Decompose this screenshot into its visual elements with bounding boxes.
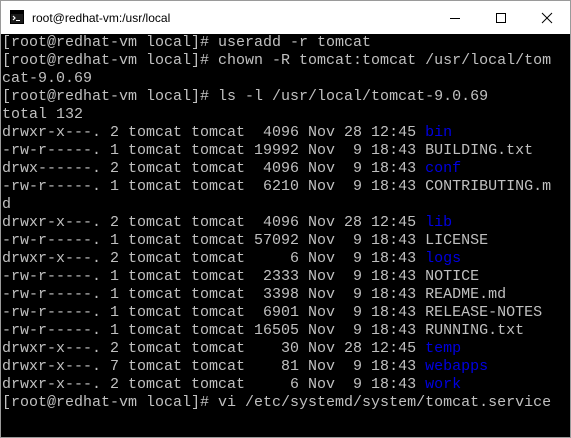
directory-name: bin bbox=[425, 124, 453, 141]
line-text: [root@redhat-vm local]# ls -l /usr/local… bbox=[2, 88, 489, 105]
terminal-line: drwxr-x---. 7 tomcat tomcat 81 Nov 9 18:… bbox=[2, 358, 570, 376]
directory-name: temp bbox=[425, 340, 462, 357]
console-icon bbox=[10, 10, 24, 24]
terminal-line: drwx------. 2 tomcat tomcat 4096 Nov 9 1… bbox=[2, 160, 570, 178]
line-text: drwx------. 2 tomcat tomcat 4096 Nov 9 1… bbox=[2, 160, 426, 177]
terminal-line: -rw-r-----. 1 tomcat tomcat 57092 Nov 9 … bbox=[2, 232, 570, 250]
terminal-line: -rw-r-----. 1 tomcat tomcat 19992 Nov 9 … bbox=[2, 142, 570, 160]
line-text: cat-9.0.69 bbox=[2, 70, 93, 87]
line-text: drwxr-x---. 2 tomcat tomcat 6 Nov 9 18:4… bbox=[2, 376, 426, 393]
terminal-line: -rw-r-----. 1 tomcat tomcat 6210 Nov 9 1… bbox=[2, 178, 570, 196]
maximize-button[interactable] bbox=[478, 1, 524, 34]
minimize-button[interactable] bbox=[432, 1, 478, 34]
line-text: -rw-r-----. 1 tomcat tomcat 19992 Nov 9 … bbox=[2, 142, 426, 159]
close-button[interactable] bbox=[524, 1, 570, 34]
file-name: README.md bbox=[425, 286, 507, 303]
directory-name: lib bbox=[425, 214, 453, 231]
terminal-line: -rw-r-----. 1 tomcat tomcat 3398 Nov 9 1… bbox=[2, 286, 570, 304]
close-icon bbox=[541, 12, 553, 24]
file-name: LICENSE bbox=[425, 232, 489, 249]
line-text: total 132 bbox=[2, 106, 84, 123]
terminal-line: -rw-r-----. 1 tomcat tomcat 6901 Nov 9 1… bbox=[2, 304, 570, 322]
line-text: -rw-r-----. 1 tomcat tomcat 6210 Nov 9 1… bbox=[2, 178, 426, 195]
line-text: [root@redhat-vm local]# vi /etc/systemd/… bbox=[2, 394, 552, 411]
terminal-window: root@redhat-vm:/usr/local [root@redhat-v… bbox=[0, 0, 571, 438]
terminal-line: drwxr-x---. 2 tomcat tomcat 4096 Nov 28 … bbox=[2, 214, 570, 232]
line-text: -rw-r-----. 1 tomcat tomcat 6901 Nov 9 1… bbox=[2, 304, 426, 321]
directory-name: conf bbox=[425, 160, 462, 177]
line-text: d bbox=[2, 196, 12, 213]
terminal-line: [root@redhat-vm local]# ls -l /usr/local… bbox=[2, 88, 570, 106]
terminal-line: drwxr-x---. 2 tomcat tomcat 6 Nov 9 18:4… bbox=[2, 250, 570, 268]
minimize-icon bbox=[450, 18, 460, 19]
file-name: CONTRIBUTING.m bbox=[425, 178, 552, 195]
terminal-line: drwxr-x---. 2 tomcat tomcat 30 Nov 28 12… bbox=[2, 340, 570, 358]
line-text: [root@redhat-vm local]# chown -R tomcat:… bbox=[2, 52, 552, 69]
line-text: drwxr-x---. 7 tomcat tomcat 81 Nov 9 18:… bbox=[2, 358, 426, 375]
file-name: BUILDING.txt bbox=[425, 142, 534, 159]
directory-name: logs bbox=[425, 250, 462, 267]
terminal-line: [root@redhat-vm local]# useradd -r tomca… bbox=[2, 34, 570, 52]
file-name: RUNNING.txt bbox=[425, 322, 525, 339]
terminal-line: -rw-r-----. 1 tomcat tomcat 16505 Nov 9 … bbox=[2, 322, 570, 340]
line-text: [root@redhat-vm local]# useradd -r tomca… bbox=[2, 34, 372, 51]
title-bar[interactable]: root@redhat-vm:/usr/local bbox=[1, 1, 570, 34]
terminal-line: d bbox=[2, 196, 570, 214]
line-text: drwxr-x---. 2 tomcat tomcat 30 Nov 28 12… bbox=[2, 340, 426, 357]
line-text: drwxr-x---. 2 tomcat tomcat 6 Nov 9 18:4… bbox=[2, 250, 426, 267]
terminal-output[interactable]: [root@redhat-vm local]# useradd -r tomca… bbox=[1, 34, 570, 437]
maximize-icon bbox=[496, 13, 506, 23]
line-text: -rw-r-----. 1 tomcat tomcat 16505 Nov 9 … bbox=[2, 322, 426, 339]
directory-name: webapps bbox=[425, 358, 489, 375]
terminal-line: [root@redhat-vm local]# chown -R tomcat:… bbox=[2, 52, 570, 70]
line-text: drwxr-x---. 2 tomcat tomcat 4096 Nov 28 … bbox=[2, 214, 426, 231]
terminal-line: drwxr-x---. 2 tomcat tomcat 4096 Nov 28 … bbox=[2, 124, 570, 142]
terminal-line: -rw-r-----. 1 tomcat tomcat 2333 Nov 9 1… bbox=[2, 268, 570, 286]
terminal-line: [root@redhat-vm local]# vi /etc/systemd/… bbox=[2, 394, 570, 412]
line-text: -rw-r-----. 1 tomcat tomcat 57092 Nov 9 … bbox=[2, 232, 426, 249]
file-name: RELEASE-NOTES bbox=[425, 304, 543, 321]
terminal-line: drwxr-x---. 2 tomcat tomcat 6 Nov 9 18:4… bbox=[2, 376, 570, 394]
directory-name: work bbox=[425, 376, 462, 393]
line-text: drwxr-x---. 2 tomcat tomcat 4096 Nov 28 … bbox=[2, 124, 426, 141]
line-text: -rw-r-----. 1 tomcat tomcat 2333 Nov 9 1… bbox=[2, 268, 426, 285]
terminal-line: total 132 bbox=[2, 106, 570, 124]
terminal-line: cat-9.0.69 bbox=[2, 70, 570, 88]
window-title: root@redhat-vm:/usr/local bbox=[32, 11, 171, 25]
file-name: NOTICE bbox=[425, 268, 480, 285]
line-text: -rw-r-----. 1 tomcat tomcat 3398 Nov 9 1… bbox=[2, 286, 426, 303]
